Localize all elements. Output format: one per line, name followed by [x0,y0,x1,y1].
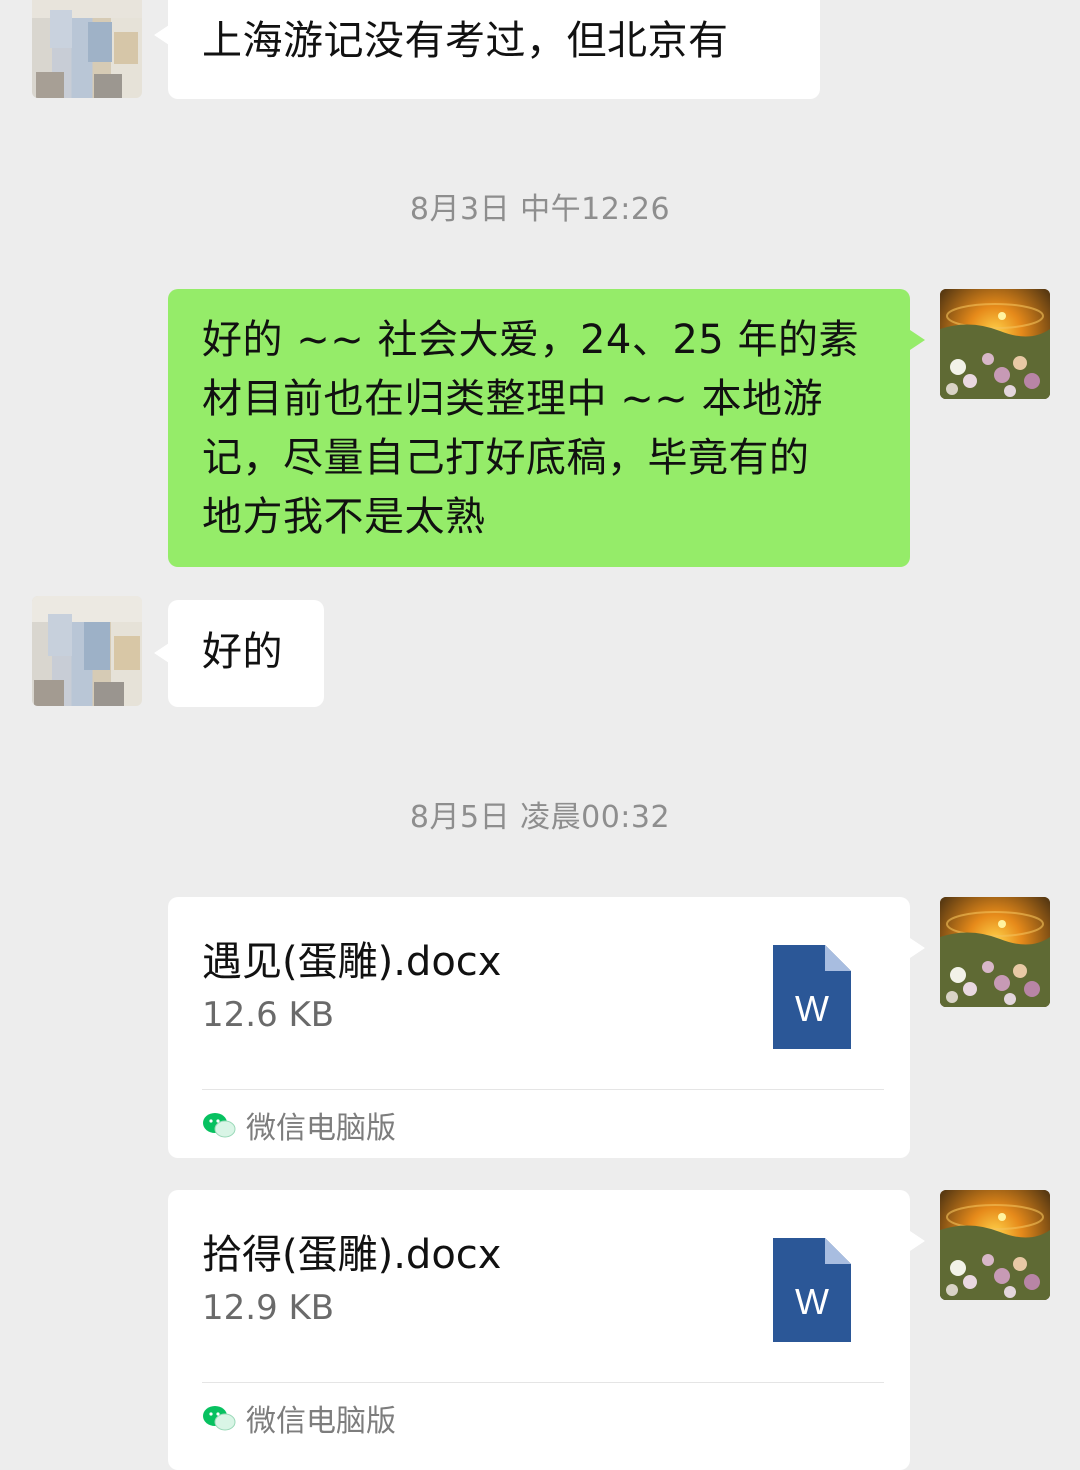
wechat-icon [202,1111,236,1141]
message-text: 上海游记没有考过，但北京有 [202,18,729,64]
file-message-card[interactable]: 拾得(蛋雕).docx 12.9 KB W 微信电脑版 [168,1190,910,1470]
message-bubble-incoming[interactable]: 上海游记没有考过，但北京有 [168,0,820,99]
sunset-flowers-image [940,897,1050,1007]
message-line: 地方我不是太熟 [202,494,486,540]
file-name: 遇见(蛋雕).docx [202,939,502,985]
timestamp: 8月5日 凌晨00:32 [409,800,671,835]
file-size: 12.6 KB [202,995,335,1035]
contact-avatar[interactable] [32,596,142,706]
message-bubble-outgoing[interactable]: 好的 ~~ 社会大爱，24、25 年的素 材目前也在归类整理中 ~~ 本地游 记… [168,289,910,567]
message-line: 好的 ~~ 社会大爱，24、25 年的素 [202,317,859,363]
my-avatar[interactable] [940,1190,1050,1300]
sunset-flowers-image [940,1190,1050,1300]
word-icon-letter: W [795,1281,829,1322]
file-size: 12.9 KB [202,1288,335,1328]
file-message-card[interactable]: 遇见(蛋雕).docx 12.6 KB W 微信电脑版 [168,897,910,1158]
sunset-flowers-image [940,289,1050,399]
message-line: 记，尽量自己打好底稿，毕竟有的 [202,435,810,481]
message-text: 好的 [202,629,283,675]
bubble-tail-right [910,330,925,350]
bubble-tail-left [154,25,169,45]
message-bubble-incoming[interactable]: 好的 [168,600,324,707]
divider [202,1382,884,1383]
timestamp: 8月3日 中午12:26 [409,192,671,227]
message-line: 材目前也在归类整理中 ~~ 本地游 [202,376,823,422]
word-document-icon: W [773,1238,851,1342]
divider [202,1089,884,1090]
bubble-tail-left [154,643,169,663]
my-avatar[interactable] [940,897,1050,1007]
file-source-label: 微信电脑版 [246,1111,396,1146]
my-avatar[interactable] [940,289,1050,399]
bubble-tail-right [910,938,925,958]
file-source-label: 微信电脑版 [246,1404,396,1439]
word-icon-letter: W [795,988,829,1029]
bubble-tail-right [910,1231,925,1251]
word-document-icon: W [773,945,851,1049]
wechat-icon [202,1404,236,1434]
file-name: 拾得(蛋雕).docx [202,1232,502,1278]
contact-avatar[interactable] [32,0,142,98]
